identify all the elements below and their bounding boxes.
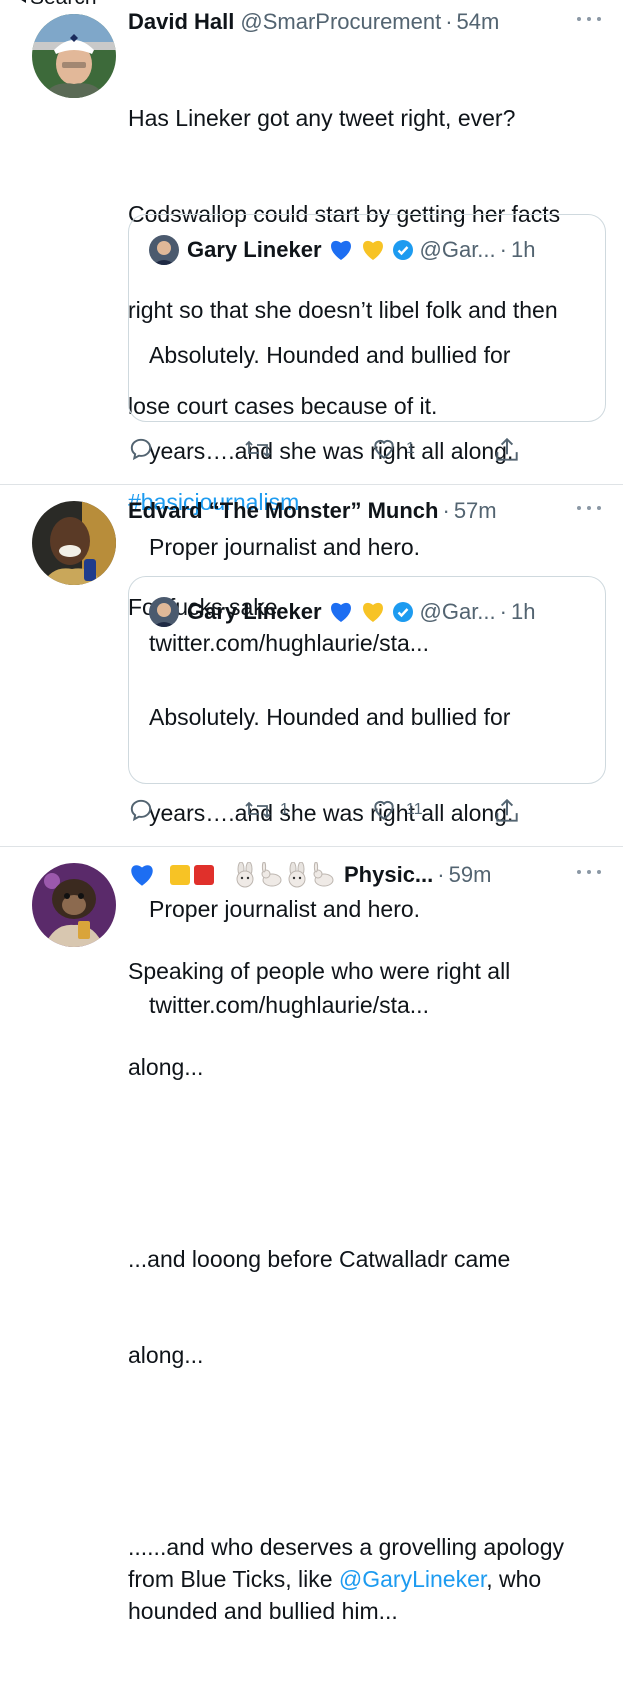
tweet-header: Edvard “The Monster” Munch · 57m <box>128 495 609 527</box>
tweet-time[interactable]: 54m <box>457 9 500 35</box>
quote-avatar <box>149 597 179 627</box>
quoted-tweet[interactable]: Gary Lineker @Gar... · 1h Absolutely. Ho… <box>128 214 606 656</box>
reply-button[interactable] <box>128 797 162 823</box>
tweet-text-line: along... <box>128 1342 204 1368</box>
verified-icon <box>392 240 413 260</box>
tweet[interactable]: David Hall @SmarProcurement · 54m Has Li… <box>0 0 623 656</box>
mention-link[interactable]: @GaryLineker <box>339 1566 486 1592</box>
blue-heart-emoji <box>131 865 153 886</box>
quote-author-handle: @Gar... <box>419 599 496 624</box>
yellow-square-emoji <box>170 865 190 885</box>
tweet[interactable]: Edvard “The Monster” Munch · 57m For fuc… <box>0 485 623 1018</box>
verified-icon <box>392 602 413 622</box>
separator-dot: · <box>437 862 445 887</box>
tweet-actions: 1 <box>128 436 538 468</box>
tweet-actions: 1 11 <box>128 797 538 829</box>
like-count: 11 <box>406 801 423 818</box>
quote-author-handle: @Gar... <box>419 237 496 262</box>
share-button[interactable] <box>494 436 520 464</box>
quote-text-line: Absolutely. Hounded and bullied for <box>149 342 511 368</box>
reply-icon <box>130 438 152 461</box>
blue-heart-emoji <box>330 602 351 622</box>
rabbit-face-emoji <box>236 862 254 888</box>
share-icon <box>496 437 518 461</box>
yellow-heart-emoji <box>362 240 383 260</box>
retweet-icon <box>245 801 271 819</box>
tweet-text: Speaking of people who were right all al… <box>128 891 609 1691</box>
avatar[interactable] <box>32 863 116 947</box>
quote-time: 1h <box>510 237 536 262</box>
like-button[interactable]: 1 <box>370 436 415 462</box>
tweet-text-line <box>128 1147 609 1179</box>
tweet-text-line: along... <box>128 1054 204 1080</box>
tweet-text-line: ...and looong before Catwalladr came <box>128 1246 511 1272</box>
like-icon <box>374 800 394 820</box>
separator-dot: · <box>442 498 450 523</box>
quote-avatar <box>149 235 179 265</box>
quoted-tweet[interactable]: Gary Lineker @Gar... · 1h Absolutely. Ho… <box>128 576 606 1018</box>
tweet-header: Physic... · 59m <box>128 859 609 891</box>
tweet-header: David Hall @SmarProcurement · 54m <box>128 6 609 38</box>
separator-dot: · <box>445 9 453 34</box>
rabbit-emoji <box>313 862 334 887</box>
quote-author-name: Gary Lineker <box>187 237 322 262</box>
display-name-emojis <box>128 862 336 888</box>
author-name[interactable]: David Hall <box>128 9 234 35</box>
retweet-button[interactable]: 1 <box>244 797 289 823</box>
tweet-text-line: Speaking of people who were right all <box>128 958 511 984</box>
share-button[interactable] <box>494 797 520 825</box>
quote-author-name: Gary Lineker <box>187 599 322 624</box>
separator-dot: · <box>499 599 507 624</box>
author-handle[interactable]: @SmarProcurement <box>240 9 441 35</box>
quote-header: Gary Lineker @Gar... · 1h <box>149 233 535 267</box>
red-square-emoji <box>194 865 214 885</box>
tweet-text-tail: ......and who deserves a grovelling apol… <box>128 1531 609 1627</box>
retweet-icon <box>245 440 271 458</box>
separator-dot: · <box>499 237 507 262</box>
tweet[interactable]: Physic... · 59m Speaking of people who w… <box>0 847 623 1624</box>
share-icon <box>496 798 518 822</box>
retweet-button[interactable] <box>244 436 280 462</box>
quote-time: 1h <box>510 599 536 624</box>
like-icon <box>374 439 394 459</box>
reply-button[interactable] <box>128 436 162 462</box>
more-options-icon[interactable] <box>577 867 601 877</box>
author-name[interactable]: Edvard “The Monster” Munch <box>128 498 438 524</box>
quote-text-line: Absolutely. Hounded and bullied for <box>149 704 511 730</box>
rabbit-face-emoji <box>288 862 306 888</box>
like-count: 1 <box>406 440 415 457</box>
more-options-icon[interactable] <box>577 14 601 24</box>
blue-heart-emoji <box>330 240 351 260</box>
avatar[interactable] <box>32 14 116 98</box>
avatar[interactable] <box>32 501 116 585</box>
quote-header: Gary Lineker @Gar... · 1h <box>149 595 535 629</box>
author-name[interactable]: Physic... <box>344 862 433 888</box>
reply-icon <box>130 799 152 822</box>
tweet-time[interactable]: 59m <box>449 862 492 888</box>
tweet-time[interactable]: 57m <box>454 498 497 524</box>
retweet-count: 1 <box>280 801 289 818</box>
tweet-text-line: Has Lineker got any tweet right, ever? <box>128 105 516 131</box>
yellow-heart-emoji <box>362 602 383 622</box>
rabbit-emoji <box>261 862 282 887</box>
more-options-icon[interactable] <box>577 503 601 513</box>
like-button[interactable]: 11 <box>370 797 423 823</box>
